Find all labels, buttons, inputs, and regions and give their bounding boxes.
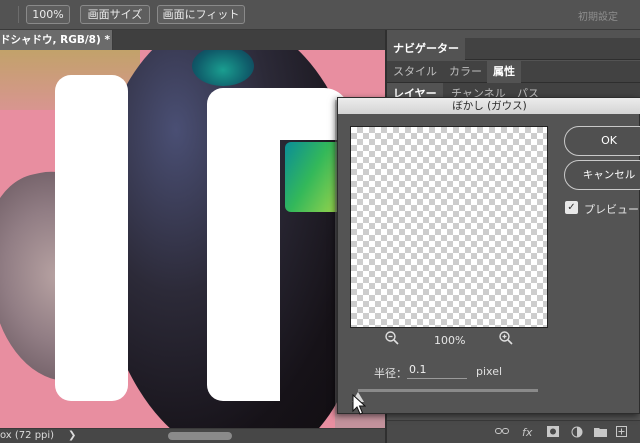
preview-checkbox-label: プレビュー	[584, 203, 639, 216]
tab-color[interactable]: カラー	[443, 61, 488, 83]
zoom-out-icon[interactable]	[384, 330, 400, 346]
new-layer-icon[interactable]	[616, 426, 627, 440]
mask-icon[interactable]	[547, 426, 559, 440]
zoom-100-button[interactable]: 100%	[26, 5, 70, 24]
radius-label: 半径：	[374, 367, 407, 380]
options-bar: 100% 画面サイズ 画面にフィット 初期設定	[0, 0, 640, 30]
dialog-title[interactable]: ぼかし (ガウス)	[338, 98, 640, 114]
radius-slider-track[interactable]	[358, 389, 538, 392]
ok-button[interactable]: OK	[564, 126, 640, 156]
gaussian-blur-dialog: ぼかし (ガウス) 100% OK キャンセル ✓ プレビュー 半径： pixe…	[337, 97, 640, 414]
document-tab-title: ドシャドウ, RGB/8) *	[0, 34, 110, 46]
tab-styles[interactable]: スタイル	[387, 61, 443, 83]
options-divider	[18, 6, 19, 23]
blur-preview-area[interactable]	[350, 126, 548, 328]
panel-tabs-navigator: ナビゲーター	[387, 38, 640, 60]
folder-icon[interactable]	[594, 426, 607, 440]
tab-strip	[113, 30, 385, 50]
radius-unit-label: pixel	[476, 365, 503, 378]
radius-input[interactable]	[407, 361, 467, 379]
fit-screen-button[interactable]: 画面サイズ	[80, 5, 150, 24]
tab-properties[interactable]: 属性	[487, 61, 521, 83]
fill-screen-button[interactable]: 画面にフィット	[157, 5, 245, 24]
tab-navigator[interactable]: ナビゲーター	[387, 38, 465, 60]
status-bar: ox (72 ppi) ❯	[0, 428, 385, 443]
preview-checkbox[interactable]: ✓	[565, 201, 578, 214]
cancel-button[interactable]: キャンセル	[564, 160, 640, 190]
link-icon[interactable]	[495, 426, 509, 439]
layers-panel-footer: fx	[387, 420, 640, 443]
white-letter-shape	[55, 75, 128, 401]
adjustment-icon[interactable]	[571, 426, 583, 441]
status-menu-arrow-icon[interactable]: ❯	[68, 429, 76, 443]
mouse-pointer-icon	[352, 393, 367, 419]
horizontal-scrollbar[interactable]	[168, 432, 232, 440]
panel-tabs-styles: スタイル カラー 属性	[387, 61, 640, 83]
preview-zoom-level: 100%	[434, 334, 466, 347]
document-canvas[interactable]	[0, 50, 385, 428]
fx-icon[interactable]: fx	[522, 426, 532, 439]
reset-essentials-label[interactable]: 初期設定	[578, 8, 618, 23]
zoom-in-icon[interactable]	[498, 330, 514, 346]
document-info: ox (72 ppi)	[0, 430, 55, 441]
document-tab[interactable]: ドシャドウ, RGB/8) *	[0, 30, 113, 50]
